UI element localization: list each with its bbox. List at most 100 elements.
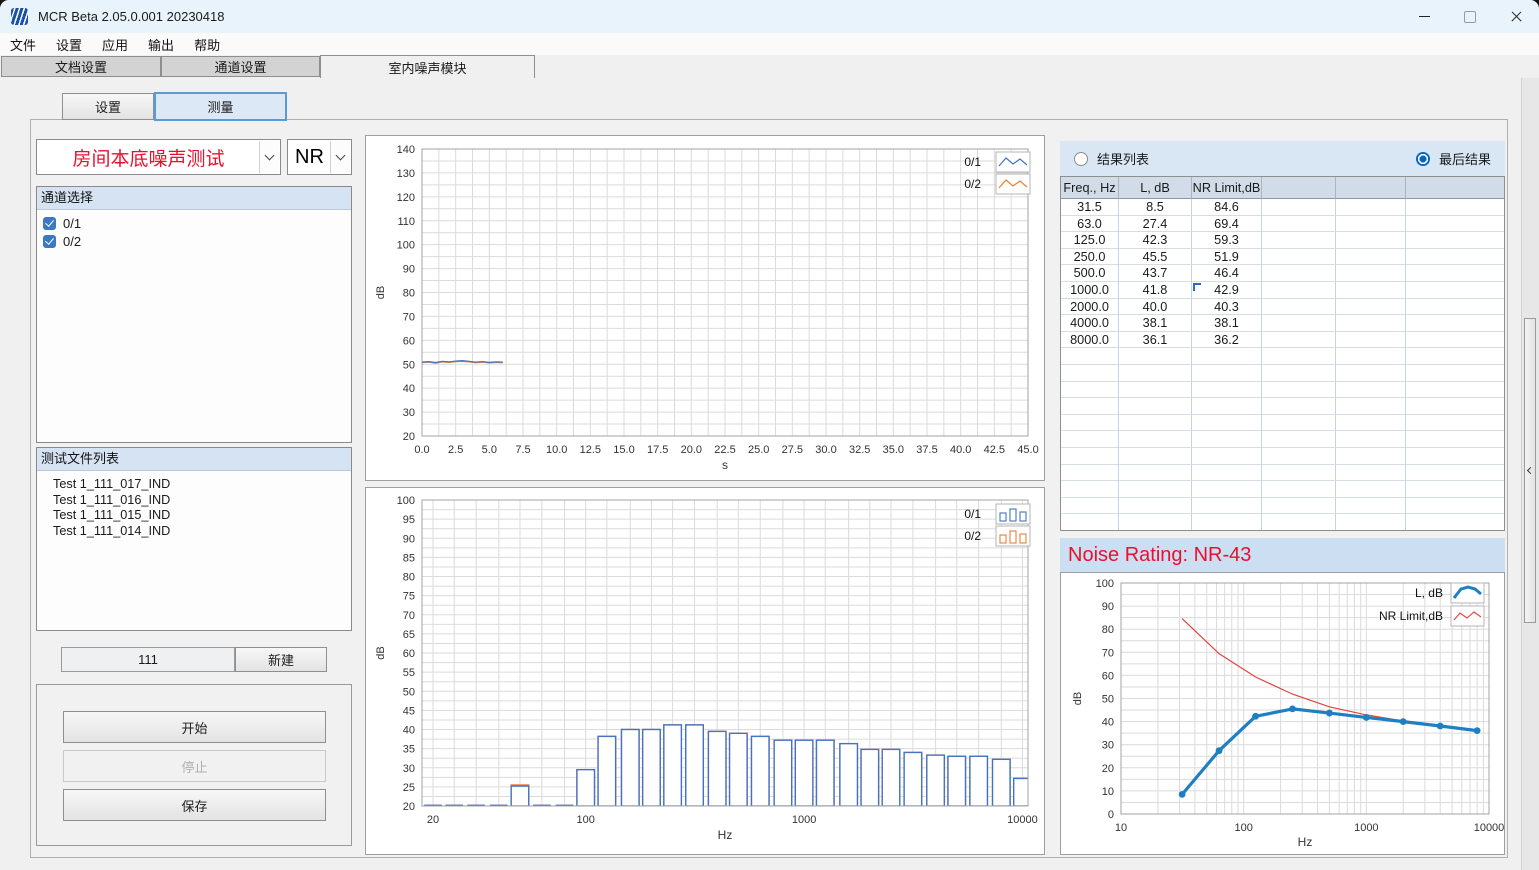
radio-checked-icon[interactable] bbox=[1416, 152, 1430, 166]
svg-text:L, dB: L, dB bbox=[1415, 586, 1443, 600]
table-row[interactable]: 1000.041.842.9 bbox=[1061, 282, 1504, 299]
table-row[interactable]: 500.043.746.4 bbox=[1061, 265, 1504, 282]
radio-unchecked-icon[interactable] bbox=[1074, 152, 1088, 166]
svg-text:1000: 1000 bbox=[1354, 822, 1378, 834]
svg-text:65: 65 bbox=[403, 629, 415, 641]
menu-apply[interactable]: 应用 bbox=[92, 33, 138, 56]
file-name-input[interactable]: 111 bbox=[61, 647, 235, 672]
channel-section-title: 通道选择 bbox=[37, 187, 351, 210]
window-controls bbox=[1401, 0, 1539, 33]
table-empty-row[interactable] bbox=[1061, 398, 1504, 415]
subtab-measure[interactable]: 测量 bbox=[154, 92, 287, 121]
table-empty-row[interactable] bbox=[1061, 514, 1504, 531]
channel-item-0-1[interactable]: 0/1 bbox=[43, 214, 351, 232]
maximize-button[interactable] bbox=[1447, 0, 1493, 33]
menu-file[interactable]: 文件 bbox=[0, 33, 46, 56]
checkbox-checked-icon[interactable] bbox=[43, 235, 56, 248]
radio-result-list-label: 结果列表 bbox=[1097, 149, 1149, 168]
table-row[interactable]: 2000.040.040.3 bbox=[1061, 299, 1504, 316]
save-button[interactable]: 保存 bbox=[63, 789, 326, 821]
svg-text:10000: 10000 bbox=[1474, 822, 1504, 834]
menu-settings[interactable]: 设置 bbox=[46, 33, 92, 56]
svg-text:42.5: 42.5 bbox=[984, 444, 1005, 456]
svg-text:130: 130 bbox=[397, 168, 415, 180]
svg-text:45: 45 bbox=[403, 705, 415, 717]
svg-text:10.0: 10.0 bbox=[546, 444, 567, 456]
svg-text:10000: 10000 bbox=[1007, 814, 1038, 826]
table-empty-row[interactable] bbox=[1061, 481, 1504, 498]
svg-text:95: 95 bbox=[403, 514, 415, 526]
menu-output[interactable]: 输出 bbox=[138, 33, 184, 56]
svg-text:100: 100 bbox=[397, 495, 415, 507]
menu-bar: 文件 设置 应用 输出 帮助 bbox=[0, 33, 1539, 55]
table-row[interactable]: 250.045.551.9 bbox=[1061, 249, 1504, 266]
chevron-down-icon[interactable] bbox=[330, 141, 350, 173]
subtab-settings[interactable]: 设置 bbox=[62, 93, 154, 120]
close-icon bbox=[1510, 10, 1523, 23]
noise-rating-text: Noise Rating: NR-43 bbox=[1060, 544, 1251, 567]
menu-help[interactable]: 帮助 bbox=[184, 33, 230, 56]
action-group: 开始 停止 保存 bbox=[36, 684, 352, 846]
table-row[interactable]: 4000.038.138.1 bbox=[1061, 315, 1504, 332]
svg-text:40: 40 bbox=[1102, 717, 1114, 729]
svg-text:25: 25 bbox=[403, 782, 415, 794]
tab-document-settings[interactable]: 文档设置 bbox=[1, 56, 161, 77]
svg-text:75: 75 bbox=[403, 591, 415, 603]
file-list-item[interactable]: Test 1_111_014_IND bbox=[43, 524, 351, 540]
file-list-item[interactable]: Test 1_111_016_IND bbox=[43, 493, 351, 509]
radio-last-result-label: 最后结果 bbox=[1439, 149, 1491, 168]
test-type-select[interactable]: 房间本底噪声测试 bbox=[36, 139, 281, 175]
svg-text:5.0: 5.0 bbox=[482, 444, 497, 456]
tab-channel-settings[interactable]: 通道设置 bbox=[161, 56, 320, 77]
table-empty-row[interactable] bbox=[1061, 431, 1504, 448]
table-row[interactable]: 125.042.359.3 bbox=[1061, 232, 1504, 249]
window-title: MCR Beta 2.05.0.001 20230418 bbox=[38, 9, 224, 24]
svg-text:60: 60 bbox=[1102, 670, 1114, 682]
radio-last-result[interactable]: 最后结果 bbox=[1416, 149, 1491, 168]
file-list-item[interactable]: Test 1_111_015_IND bbox=[43, 508, 351, 524]
table-empty-row[interactable] bbox=[1061, 365, 1504, 382]
table-empty-row[interactable] bbox=[1061, 498, 1504, 515]
table-row[interactable]: 8000.036.136.2 bbox=[1061, 332, 1504, 349]
collapse-panel-button[interactable] bbox=[1524, 318, 1536, 623]
svg-text:0.0: 0.0 bbox=[414, 444, 429, 456]
svg-text:27.5: 27.5 bbox=[782, 444, 803, 456]
close-button[interactable] bbox=[1493, 0, 1539, 33]
svg-text:140: 140 bbox=[397, 144, 415, 156]
svg-text:12.5: 12.5 bbox=[580, 444, 601, 456]
svg-text:dB: dB bbox=[375, 286, 387, 299]
chevron-down-icon[interactable] bbox=[259, 141, 279, 173]
table-empty-row[interactable] bbox=[1061, 415, 1504, 432]
nr-curve-chart: 010203040506070809010010100100010000HzdB… bbox=[1060, 572, 1505, 855]
table-empty-row[interactable] bbox=[1061, 465, 1504, 482]
svg-text:15.0: 15.0 bbox=[613, 444, 634, 456]
table-row[interactable]: 63.027.469.4 bbox=[1061, 216, 1504, 233]
channel-item-0-2[interactable]: 0/2 bbox=[43, 232, 351, 250]
tab-indoor-noise-module[interactable]: 室内噪声模块 bbox=[320, 55, 535, 78]
table-empty-row[interactable] bbox=[1061, 448, 1504, 465]
svg-text:70: 70 bbox=[403, 311, 415, 323]
table-empty-row[interactable] bbox=[1061, 348, 1504, 365]
svg-text:30: 30 bbox=[403, 407, 415, 419]
new-button[interactable]: 新建 bbox=[235, 647, 327, 672]
start-button[interactable]: 开始 bbox=[63, 711, 326, 743]
svg-text:20.0: 20.0 bbox=[681, 444, 702, 456]
file-list-item[interactable]: Test 1_111_017_IND bbox=[43, 477, 351, 493]
svg-text:17.5: 17.5 bbox=[647, 444, 668, 456]
checkbox-checked-icon[interactable] bbox=[43, 217, 56, 230]
table-row[interactable]: 31.58.584.6 bbox=[1061, 199, 1504, 216]
test-type-value: 房间本底噪声测试 bbox=[37, 140, 260, 174]
rating-type-select[interactable]: NR bbox=[287, 139, 352, 175]
minimize-button[interactable] bbox=[1401, 0, 1447, 33]
svg-text:10: 10 bbox=[1115, 822, 1127, 834]
results-table: Freq., HzL, dBNR Limit,dB31.58.584.663.0… bbox=[1060, 176, 1505, 531]
svg-text:0/2: 0/2 bbox=[964, 177, 981, 191]
radio-result-list[interactable]: 结果列表 bbox=[1074, 149, 1149, 168]
svg-text:20: 20 bbox=[427, 814, 439, 826]
table-empty-row[interactable] bbox=[1061, 382, 1504, 399]
svg-text:90: 90 bbox=[1102, 601, 1114, 613]
svg-text:40: 40 bbox=[403, 383, 415, 395]
svg-text:20: 20 bbox=[403, 431, 415, 443]
svg-text:32.5: 32.5 bbox=[849, 444, 870, 456]
svg-text:80: 80 bbox=[403, 572, 415, 584]
